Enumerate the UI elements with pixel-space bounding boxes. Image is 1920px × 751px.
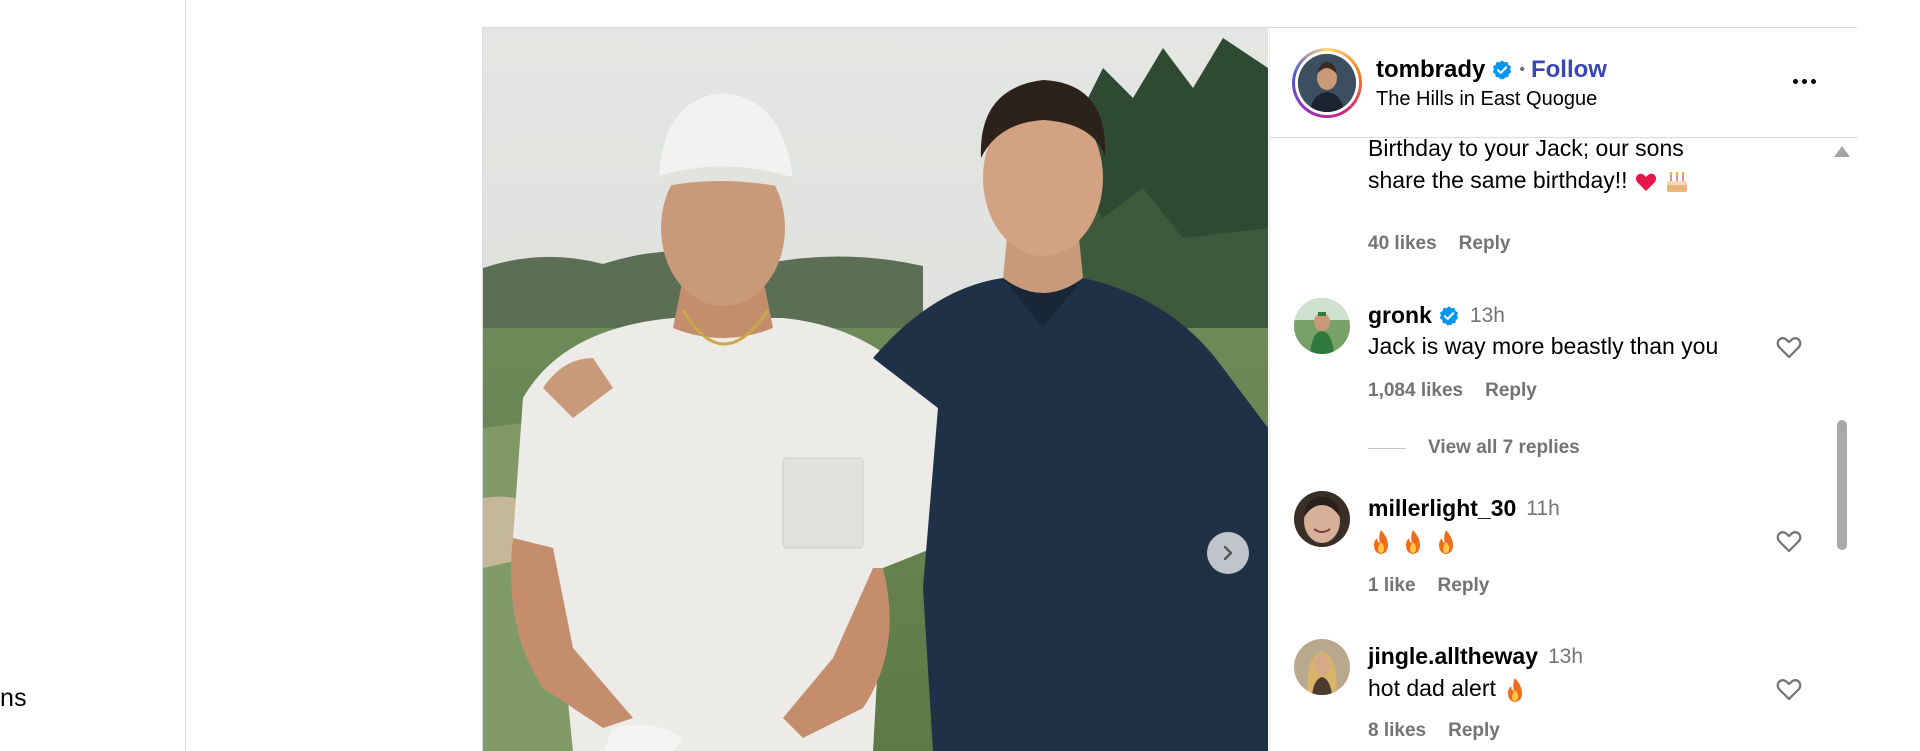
post-header: tombrady • Follow The Hills in East Quog… xyxy=(1270,28,1858,138)
verified-badge-icon xyxy=(1493,60,1512,80)
comment-text: hot dad alert xyxy=(1368,672,1528,704)
follow-button[interactable]: Follow xyxy=(1531,56,1607,84)
like-heart-icon[interactable] xyxy=(1774,332,1804,362)
post-image xyxy=(483,28,1268,751)
sidebar-item-label[interactable]: ns xyxy=(0,684,27,713)
reply-button[interactable]: Reply xyxy=(1459,233,1511,255)
red-heart-icon xyxy=(1635,173,1657,191)
commenter-avatar[interactable] xyxy=(1294,491,1350,547)
replies-divider xyxy=(1368,447,1406,449)
like-heart-icon[interactable] xyxy=(1774,674,1804,704)
comment-header: gronk 13h xyxy=(1368,302,1505,329)
comment-likes[interactable]: 8 likes xyxy=(1368,720,1426,742)
comment-meta: 8 likes Reply xyxy=(1368,720,1500,742)
carousel-next-button[interactable] xyxy=(1207,532,1249,574)
comment-text: share the same birthday!! xyxy=(1368,164,1690,196)
post-card: tombrady • Follow The Hills in East Quog… xyxy=(482,27,1858,751)
comment-meta: 40 likes Reply xyxy=(1368,233,1510,255)
post-photo[interactable] xyxy=(483,28,1268,751)
separator-dot: • xyxy=(1519,61,1525,78)
comment-likes[interactable]: 1 like xyxy=(1368,575,1416,597)
comments-list: Birthday to your Jack; our sons share th… xyxy=(1270,139,1858,751)
fire-icon xyxy=(1508,677,1523,702)
verified-badge-icon xyxy=(1439,305,1459,326)
chevron-right-icon xyxy=(1223,545,1233,561)
author-info: tombrady • Follow The Hills in East Quog… xyxy=(1376,54,1607,111)
reply-button[interactable]: Reply xyxy=(1485,380,1537,402)
commenter-avatar[interactable] xyxy=(1294,298,1350,354)
comment-time[interactable]: 13h xyxy=(1548,645,1583,669)
comment-text: Jack is way more beastly than you xyxy=(1368,333,1719,359)
comment-header: millerlight_30 11h xyxy=(1368,495,1560,522)
post-location[interactable]: The Hills in East Quogue xyxy=(1376,88,1607,111)
author-avatar[interactable] xyxy=(1292,48,1362,118)
comment-likes[interactable]: 40 likes xyxy=(1368,233,1437,255)
more-options-icon xyxy=(1792,78,1798,84)
reply-button[interactable]: Reply xyxy=(1448,720,1500,742)
comment-meta: 1,084 likes Reply xyxy=(1368,380,1537,402)
commenter-username[interactable]: gronk xyxy=(1368,302,1432,329)
reply-button[interactable]: Reply xyxy=(1438,575,1490,597)
comment-time[interactable]: 11h xyxy=(1526,497,1559,521)
commenter-username[interactable]: jingle.alltheway xyxy=(1368,643,1538,670)
fire-icon xyxy=(1438,529,1453,554)
post-details-panel: tombrady • Follow The Hills in East Quog… xyxy=(1269,28,1858,751)
comment-header: jingle.alltheway 13h xyxy=(1368,643,1583,670)
comment-text xyxy=(1368,524,1459,556)
fire-icon xyxy=(1406,529,1421,554)
scrollbar-thumb[interactable] xyxy=(1837,420,1847,550)
comment-text-partial: Birthday to your Jack; our sons xyxy=(1368,139,1684,161)
scroll-up-arrow-icon[interactable] xyxy=(1834,146,1850,157)
comment-meta: 1 like Reply xyxy=(1368,575,1489,597)
author-username[interactable]: tombrady xyxy=(1376,56,1485,84)
fire-icon xyxy=(1374,529,1388,554)
view-replies-label: View all 7 replies xyxy=(1428,437,1580,458)
comment-likes[interactable]: 1,084 likes xyxy=(1368,380,1463,402)
view-replies-button[interactable]: View all 7 replies xyxy=(1368,437,1580,459)
commenter-avatar[interactable] xyxy=(1294,639,1350,695)
like-heart-icon[interactable] xyxy=(1774,526,1804,556)
more-options-button[interactable] xyxy=(1789,66,1819,96)
commenter-username[interactable]: millerlight_30 xyxy=(1368,495,1516,522)
left-sidebar: ns xyxy=(0,0,186,751)
comment-time[interactable]: 13h xyxy=(1470,304,1505,328)
birthday-cake-icon xyxy=(1667,172,1688,192)
